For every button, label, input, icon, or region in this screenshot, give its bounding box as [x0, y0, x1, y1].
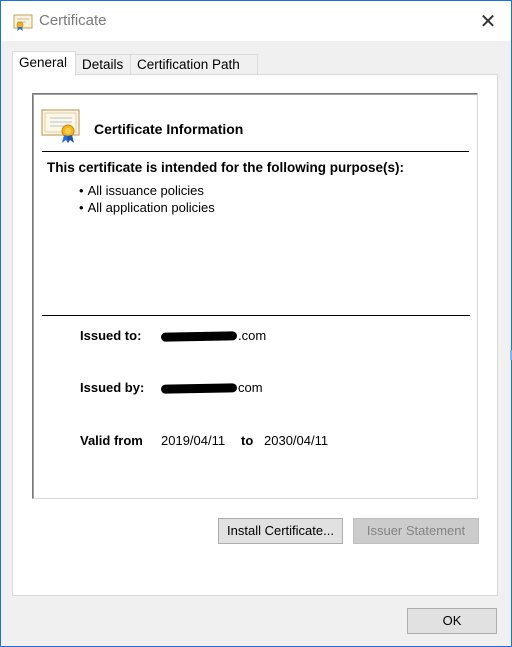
issued-by-label: Issued by:	[80, 380, 145, 395]
redaction-mark	[160, 331, 238, 342]
divider	[42, 151, 469, 152]
issued-to-label: Issued to:	[80, 328, 142, 343]
certificate-info-box: Certificate Information This certificate…	[32, 93, 478, 499]
issued-to-value: .com	[160, 328, 267, 343]
issuer-statement-button: Issuer Statement	[353, 518, 479, 544]
title-bar[interactable]: Certificate ✕	[1, 1, 511, 41]
purpose-item: All issuance policies	[79, 182, 215, 199]
install-certificate-button[interactable]: Install Certificate...	[218, 518, 343, 544]
ok-button[interactable]: OK	[407, 608, 497, 634]
certificate-dialog: Certificate ✕ General Details Certificat…	[0, 0, 512, 647]
issued-by-suffix: com	[238, 380, 263, 395]
close-button[interactable]: ✕	[465, 1, 511, 41]
window-title: Certificate	[39, 12, 107, 29]
certificate-icon	[13, 13, 33, 31]
purpose-item: All application policies	[79, 199, 215, 216]
valid-to-value: 2030/04/11	[264, 433, 329, 448]
info-heading: Certificate Information	[94, 121, 244, 137]
valid-from-label: Valid from	[80, 433, 143, 448]
divider	[42, 315, 470, 316]
valid-from-value: 2019/04/11	[161, 433, 226, 448]
tab-certification-path[interactable]: Certification Path	[130, 54, 258, 74]
certificate-icon	[41, 107, 81, 143]
issued-to-suffix: .com	[238, 328, 267, 343]
issued-by-value: com	[160, 380, 263, 395]
valid-to-label: to	[241, 433, 254, 448]
purpose-list: All issuance policies All application po…	[79, 182, 215, 216]
redaction-mark	[160, 383, 238, 394]
close-icon: ✕	[479, 10, 497, 33]
tab-details[interactable]: Details	[75, 54, 131, 74]
general-tab-panel: Certificate Information This certificate…	[12, 74, 498, 596]
tab-general[interactable]: General	[12, 51, 76, 76]
purpose-heading: This certificate is intended for the fol…	[47, 160, 405, 175]
